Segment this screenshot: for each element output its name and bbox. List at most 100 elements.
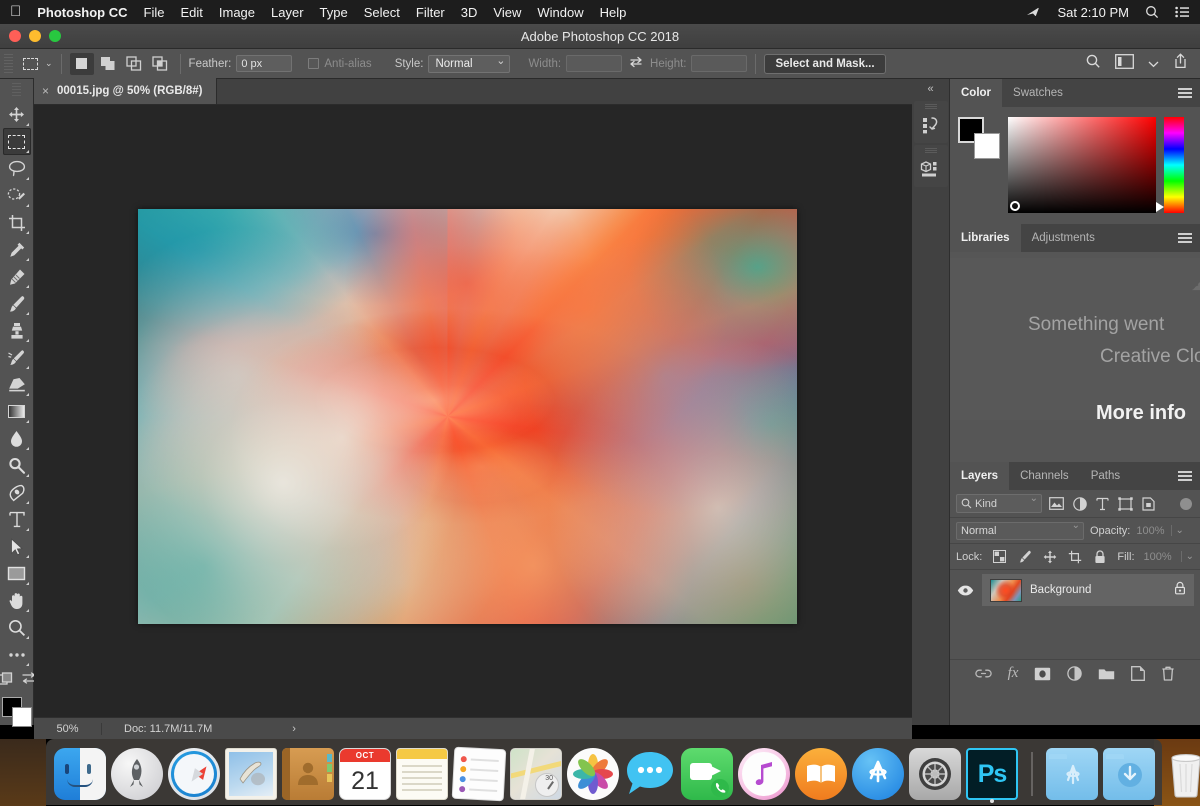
- hue-slider[interactable]: [1156, 117, 1184, 213]
- fill-stepper[interactable]: ⌄: [1180, 551, 1194, 562]
- dock-item-applications-folder[interactable]: [1046, 748, 1098, 800]
- lock-icon[interactable]: [1174, 581, 1186, 600]
- new-selection-button[interactable]: [69, 52, 94, 75]
- dock-item-calendar[interactable]: OCT 21: [339, 748, 391, 800]
- height-input[interactable]: [691, 55, 748, 72]
- apple-logo-icon[interactable]: : [10, 4, 21, 21]
- lock-artboard-icon[interactable]: [1067, 550, 1083, 564]
- fill-value[interactable]: 100%: [1144, 551, 1172, 563]
- dock-item-photoshop[interactable]: Ps: [966, 748, 1018, 803]
- color-panel-swatches[interactable]: [958, 117, 1000, 159]
- tab-swatches[interactable]: Swatches: [1002, 79, 1074, 107]
- menu-item-edit[interactable]: Edit: [180, 5, 202, 20]
- horizontal-type-tool[interactable]: [3, 506, 31, 533]
- eye-icon[interactable]: [956, 585, 974, 596]
- panel-menu-icon[interactable]: [1178, 88, 1192, 98]
- layer-style-fx-icon[interactable]: fx: [1008, 665, 1019, 682]
- edit-toolbar-tool[interactable]: [3, 641, 31, 668]
- quick-mask-icon[interactable]: [0, 672, 14, 691]
- eraser-tool[interactable]: [3, 371, 31, 398]
- pixel-filter-icon[interactable]: [1048, 497, 1065, 510]
- color-picker-field[interactable]: [1008, 117, 1156, 213]
- background-color-swatch[interactable]: [974, 133, 1000, 159]
- select-and-mask-button[interactable]: Select and Mask...: [764, 53, 886, 74]
- lasso-tool[interactable]: [3, 155, 31, 182]
- panel-menu-icon[interactable]: [1178, 233, 1192, 243]
- dock-item-safari[interactable]: [168, 748, 220, 800]
- clone-stamp-tool[interactable]: [3, 317, 31, 344]
- brush-tool[interactable]: [3, 290, 31, 317]
- opacity-value[interactable]: 100%: [1136, 525, 1164, 537]
- style-select[interactable]: Normal: [428, 54, 511, 73]
- search-icon[interactable]: [1085, 53, 1101, 74]
- dodge-tool[interactable]: [3, 452, 31, 479]
- tab-layers[interactable]: Layers: [950, 462, 1010, 490]
- quick-selection-tool[interactable]: [3, 182, 31, 209]
- lock-all-icon[interactable]: [1092, 549, 1108, 564]
- panel-menu-icon[interactable]: [1178, 471, 1192, 481]
- tab-channels[interactable]: Channels: [1009, 462, 1080, 490]
- lock-transparency-icon[interactable]: [991, 550, 1007, 563]
- dock-item-trash[interactable]: [1160, 748, 1200, 800]
- dock-item-contacts[interactable]: [282, 748, 334, 800]
- type-filter-icon[interactable]: [1094, 497, 1111, 511]
- spot-healing-brush-tool[interactable]: [3, 263, 31, 290]
- lock-position-icon[interactable]: [1042, 550, 1058, 564]
- background-color-swatch[interactable]: [11, 707, 32, 727]
- layer-name[interactable]: Background: [1030, 584, 1166, 596]
- toolbar-grip[interactable]: [12, 83, 21, 97]
- layer-card-background[interactable]: Background: [982, 574, 1194, 606]
- menu-app-name[interactable]: Photoshop CC: [37, 5, 127, 20]
- width-input[interactable]: [566, 55, 623, 72]
- gradient-tool[interactable]: [3, 398, 31, 425]
- layer-row[interactable]: Background: [956, 574, 1194, 606]
- feather-input[interactable]: 0 px: [236, 55, 293, 72]
- close-button[interactable]: [9, 30, 21, 42]
- new-group-icon[interactable]: [1098, 667, 1115, 680]
- subtract-from-selection-button[interactable]: [122, 53, 146, 75]
- pen-tool[interactable]: [3, 479, 31, 506]
- new-layer-icon[interactable]: [1131, 666, 1146, 681]
- document-tab[interactable]: × 00015.jpg @ 50% (RGB/8#): [34, 78, 218, 104]
- dock-item-mail[interactable]: [225, 748, 277, 800]
- filter-enable-toggle[interactable]: [1180, 497, 1192, 510]
- dock-item-app-store[interactable]: [852, 748, 904, 800]
- dock-item-downloads-folder[interactable]: [1103, 748, 1155, 800]
- options-bar-grip[interactable]: [4, 53, 13, 74]
- dock-item-system-preferences[interactable]: [909, 748, 961, 800]
- tab-libraries[interactable]: Libraries: [950, 224, 1021, 252]
- link-layers-icon[interactable]: [974, 668, 992, 679]
- rectangular-marquee-tool[interactable]: [2, 128, 31, 155]
- control-center-icon[interactable]: [1175, 6, 1190, 18]
- menu-item-file[interactable]: File: [144, 5, 165, 20]
- crop-tool[interactable]: [3, 209, 31, 236]
- add-to-selection-button[interactable]: [96, 53, 120, 75]
- opacity-stepper[interactable]: ⌄: [1170, 525, 1184, 536]
- minimize-button[interactable]: [29, 30, 41, 42]
- history-panel-icon[interactable]: [913, 101, 948, 143]
- dock-item-facetime[interactable]: [681, 748, 733, 800]
- more-info-link[interactable]: More info: [1096, 402, 1186, 420]
- lock-image-icon[interactable]: [1017, 550, 1033, 564]
- move-tool[interactable]: [3, 101, 31, 128]
- dock-item-messages[interactable]: [624, 748, 676, 800]
- adjustment-filter-icon[interactable]: [1071, 496, 1088, 511]
- menu-item-layer[interactable]: Layer: [271, 5, 304, 20]
- dock-item-ibooks[interactable]: [795, 748, 847, 800]
- menu-item-view[interactable]: View: [493, 5, 521, 20]
- color-picker-marker[interactable]: [1010, 201, 1020, 211]
- shape-filter-icon[interactable]: [1117, 496, 1134, 511]
- blend-mode-select[interactable]: Normal: [956, 520, 1084, 540]
- zoom-tool[interactable]: [3, 614, 31, 641]
- menu-item-select[interactable]: Select: [364, 5, 400, 20]
- 3d-panel-icon[interactable]: [913, 145, 948, 187]
- history-brush-tool[interactable]: [3, 344, 31, 371]
- menu-item-image[interactable]: Image: [219, 5, 255, 20]
- menu-item-filter[interactable]: Filter: [416, 5, 445, 20]
- menu-item-window[interactable]: Window: [537, 5, 583, 20]
- dock-item-reminders[interactable]: [451, 746, 507, 802]
- blur-tool[interactable]: [3, 425, 31, 452]
- foreground-background-color-swatches[interactable]: [1, 697, 32, 727]
- hue-slider-marker[interactable]: [1156, 202, 1164, 212]
- workspace-icon[interactable]: [1115, 53, 1134, 74]
